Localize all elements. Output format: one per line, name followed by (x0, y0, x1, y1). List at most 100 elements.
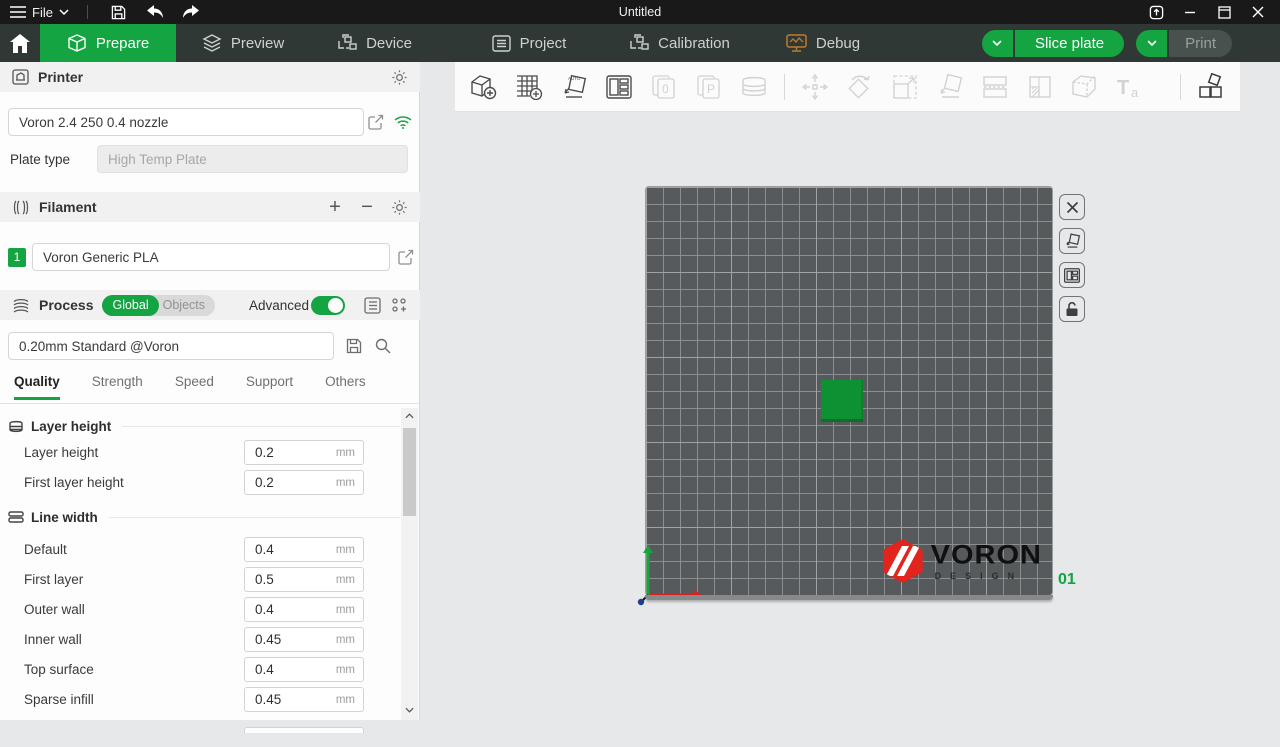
process-section-title: Process (39, 297, 93, 313)
add-cube-icon (470, 74, 498, 100)
add-plate-button[interactable] (514, 72, 544, 102)
file-menu[interactable]: File (10, 5, 69, 20)
home-button[interactable] (0, 24, 40, 62)
printer-preset-select[interactable]: Voron 2.4 250 0.4 nozzle (8, 108, 364, 136)
group-title: Line width (31, 510, 98, 525)
tab-project[interactable]: Project (458, 24, 600, 62)
param-unit: mm (336, 477, 355, 489)
maximize-button[interactable] (1214, 2, 1234, 22)
add-filament-button[interactable]: + (327, 197, 343, 217)
param-row-partial (8, 717, 400, 742)
first-layer-height-input[interactable]: 0.2 mm (244, 470, 364, 495)
undo-button[interactable] (142, 2, 168, 22)
sidebar: Printer Voron 2.4 250 0.4 nozzle Plate t… (0, 62, 420, 720)
remove-filament-button[interactable]: − (359, 197, 375, 217)
slice-plate-button[interactable]: Slice plate (1015, 30, 1124, 57)
tab-quality[interactable]: Quality (14, 374, 60, 400)
edit-printer-icon[interactable] (368, 114, 384, 130)
debug-monitor-icon (786, 34, 807, 52)
param-row: First layer 0.5 mm (8, 567, 400, 592)
model-cube[interactable] (821, 380, 863, 422)
add-object-button[interactable] (469, 72, 499, 102)
parameter-tabs: Quality Strength Speed Support Others (14, 374, 414, 400)
arrange-plate-button[interactable] (1059, 262, 1085, 288)
tab-debug-label: Debug (816, 35, 860, 52)
assembly-view-button[interactable] (1196, 72, 1226, 102)
print-split-button: Print (1136, 30, 1232, 57)
tab-preview[interactable]: Preview (176, 24, 310, 62)
tab-support[interactable]: Support (246, 374, 293, 400)
layer-height-input[interactable]: 0.2 mm (244, 440, 364, 465)
rotate-button (845, 72, 875, 102)
print-options-button[interactable] (1136, 30, 1167, 57)
tab-prepare[interactable]: Prepare (40, 24, 176, 62)
redo-button[interactable] (178, 2, 204, 22)
wifi-connection-icon[interactable] (394, 115, 412, 129)
device-icon (338, 34, 357, 52)
edit-filament-icon[interactable] (398, 249, 414, 265)
save-icon (111, 5, 126, 20)
preview-layers-icon (202, 34, 222, 52)
voron-logo: VORON DESIGN (883, 539, 1042, 583)
line-width-inner-wall-input[interactable]: 0.45 mm (244, 627, 364, 652)
tab-preview-label: Preview (231, 35, 284, 52)
lock-open-icon (1065, 302, 1079, 317)
text-tool-button: Ta (1115, 72, 1145, 102)
arrange-button[interactable] (604, 72, 634, 102)
auto-orient-plate-button[interactable] (1059, 228, 1085, 254)
viewport-3d[interactable]: AUTO 0 P (420, 62, 1280, 720)
param-label: Sparse infill (24, 692, 94, 707)
build-plate[interactable]: VORON DESIGN (645, 186, 1053, 596)
auto-orient-button[interactable]: AUTO (559, 72, 589, 102)
gear-icon[interactable] (391, 199, 408, 216)
gear-icon[interactable] (391, 69, 408, 86)
scope-objects-button[interactable]: Objects (159, 298, 215, 312)
line-width-icon (8, 511, 24, 523)
tab-speed[interactable]: Speed (175, 374, 214, 400)
line-width-sparse-infill-input[interactable]: 0.45 mm (244, 687, 364, 712)
svg-text:T: T (1117, 77, 1129, 99)
search-settings-icon[interactable] (391, 297, 408, 314)
tab-project-label: Project (520, 35, 567, 52)
scrollbar-thumb[interactable] (403, 428, 416, 516)
plate-number-label[interactable]: 01 (1058, 571, 1076, 589)
filament-slot-badge[interactable]: 1 (8, 248, 26, 267)
param-unit: mm (336, 604, 355, 616)
delete-plate-button[interactable] (1059, 194, 1085, 220)
lock-plate-button[interactable] (1059, 296, 1085, 322)
sidebar-scrollbar[interactable] (401, 408, 418, 720)
scroll-up-icon[interactable] (405, 408, 414, 424)
chevron-down-icon (1147, 40, 1157, 46)
line-width-outer-wall-input[interactable]: 0.4 mm (244, 597, 364, 622)
scope-global-button[interactable]: Global (102, 295, 158, 316)
publish-button[interactable] (1146, 2, 1166, 22)
close-button[interactable] (1248, 2, 1268, 22)
save-button[interactable] (106, 2, 132, 22)
process-preset-select[interactable]: 0.20mm Standard @Voron (8, 332, 334, 360)
printer-icon (12, 69, 29, 85)
minimize-button[interactable] (1180, 2, 1200, 22)
tab-debug[interactable]: Debug (760, 24, 886, 62)
tab-device[interactable]: Device (310, 24, 440, 62)
logo-subtext: DESIGN (931, 572, 1042, 581)
minimize-icon (1184, 6, 1196, 18)
main-area: Printer Voron 2.4 250 0.4 nozzle Plate t… (0, 62, 1280, 720)
line-width-top-surface-input[interactable]: 0.4 mm (244, 657, 364, 682)
param-row: Outer wall 0.4 mm (8, 597, 400, 622)
tab-calibration[interactable]: Calibration (600, 24, 760, 62)
advanced-toggle[interactable] (311, 296, 345, 315)
search-icon[interactable] (375, 338, 391, 354)
print-button: Print (1169, 30, 1232, 57)
slice-options-button[interactable] (982, 30, 1013, 57)
tab-others[interactable]: Others (325, 374, 366, 400)
scroll-down-icon[interactable] (405, 702, 414, 718)
tab-strength[interactable]: Strength (92, 374, 143, 400)
line-width-default-input[interactable]: 0.4 mm (244, 537, 364, 562)
line-width-first-layer-input[interactable]: 0.5 mm (244, 567, 364, 592)
filament-preset-select[interactable]: Voron Generic PLA (32, 243, 390, 271)
lay-on-face-icon (936, 74, 964, 100)
printer-section-title: Printer (38, 69, 83, 85)
close-icon (1252, 6, 1264, 18)
parameter-table-icon[interactable] (364, 297, 381, 314)
save-preset-icon[interactable] (346, 338, 362, 354)
